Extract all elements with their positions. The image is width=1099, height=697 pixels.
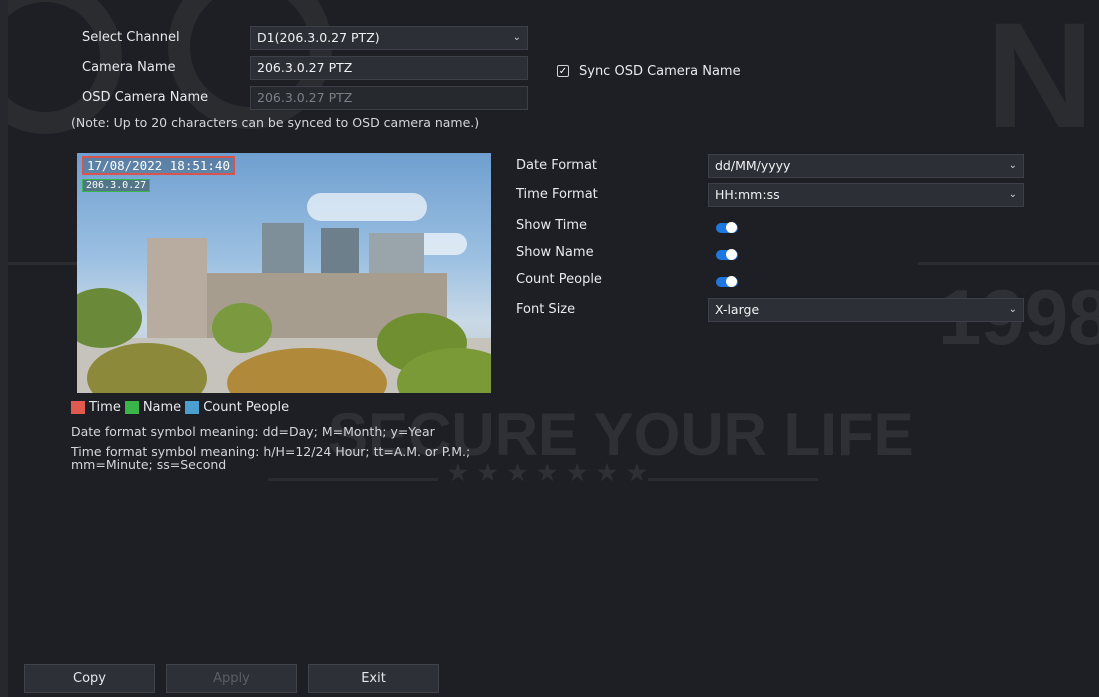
select-channel-dropdown[interactable]: D1(206.3.0.27 PTZ) ⌄ — [250, 26, 528, 50]
date-format-value: dd/MM/yyyy — [715, 158, 791, 173]
toggle-knob — [726, 222, 737, 233]
legend-swatch-time — [71, 401, 85, 414]
osd-camera-name-label: OSD Camera Name — [82, 90, 209, 105]
chevron-down-icon: ⌄ — [1008, 189, 1017, 200]
osd-camera-name-input: 206.3.0.27 PTZ — [250, 86, 528, 110]
osd-name-overlay[interactable]: 206.3.0.27 — [82, 179, 151, 192]
apply-button[interactable]: Apply — [166, 664, 297, 693]
legend-swatch-name — [124, 401, 139, 414]
legend-label: Time — [89, 400, 121, 415]
toggle-knob — [726, 276, 737, 287]
date-format-help: Date format symbol meaning: dd=Day; M=Mo… — [71, 424, 435, 439]
time-format-help-2: mm=Minute; ss=Second — [71, 457, 227, 472]
sync-osd-label: Sync OSD Camera Name — [579, 64, 741, 79]
camera-name-label: Camera Name — [82, 60, 176, 75]
show-time-label: Show Time — [516, 218, 588, 233]
legend-time: Time — [71, 400, 121, 415]
legend-swatch-count — [185, 401, 200, 414]
preview-cloud — [307, 193, 427, 221]
font-size-value: X-large — [715, 302, 760, 317]
show-name-label: Show Name — [516, 245, 594, 260]
exit-button[interactable]: Exit — [308, 664, 439, 693]
date-format-dropdown[interactable]: dd/MM/yyyy ⌄ — [708, 154, 1024, 178]
watermark-stars: ★ ★ ★ ★ ★ ★ ★ — [448, 460, 649, 485]
watermark-line — [918, 262, 1099, 265]
toggle-knob — [726, 249, 737, 260]
preview-tree — [212, 303, 272, 353]
osd-legend: Time Name Count People — [71, 400, 293, 415]
chevron-down-icon: ⌄ — [1008, 304, 1017, 315]
date-format-label: Date Format — [516, 158, 598, 173]
sync-osd-checkbox[interactable]: ✓ — [557, 65, 569, 77]
copy-button[interactable]: Copy — [24, 664, 155, 693]
sync-note: (Note: Up to 20 characters can be synced… — [71, 115, 480, 130]
time-format-value: HH:mm:ss — [715, 187, 780, 202]
camera-name-input[interactable]: 206.3.0.27 PTZ — [250, 56, 528, 80]
count-people-toggle[interactable] — [716, 276, 738, 287]
legend-count-people: Count People — [185, 400, 289, 415]
camera-preview: 17/08/2022 18:51:40 206.3.0.27 — [77, 153, 491, 393]
chevron-down-icon: ⌄ — [1008, 160, 1017, 171]
select-channel-value: D1(206.3.0.27 PTZ) — [257, 30, 380, 45]
legend-name: Name — [124, 400, 182, 415]
show-name-toggle[interactable] — [716, 249, 738, 260]
watermark-line — [268, 478, 438, 481]
font-size-label: Font Size — [516, 302, 576, 317]
select-channel-label: Select Channel — [82, 30, 180, 45]
show-time-toggle[interactable] — [716, 222, 738, 233]
osd-settings-panel: N SECURE YOUR LIFE 1998 ★ ★ ★ ★ ★ ★ ★ Se… — [8, 0, 1099, 697]
time-format-dropdown[interactable]: HH:mm:ss ⌄ — [708, 183, 1024, 207]
watermark-line — [648, 478, 818, 481]
legend-label: Count People — [203, 400, 290, 415]
watermark-logo-letter: N — [985, 0, 1094, 159]
chevron-down-icon: ⌄ — [512, 32, 521, 43]
time-format-label: Time Format — [516, 187, 598, 202]
font-size-dropdown[interactable]: X-large ⌄ — [708, 298, 1024, 322]
watermark-line — [8, 262, 78, 265]
count-people-label: Count People — [516, 272, 602, 287]
osd-time-overlay[interactable]: 17/08/2022 18:51:40 — [82, 156, 235, 175]
legend-label: Name — [142, 400, 182, 415]
